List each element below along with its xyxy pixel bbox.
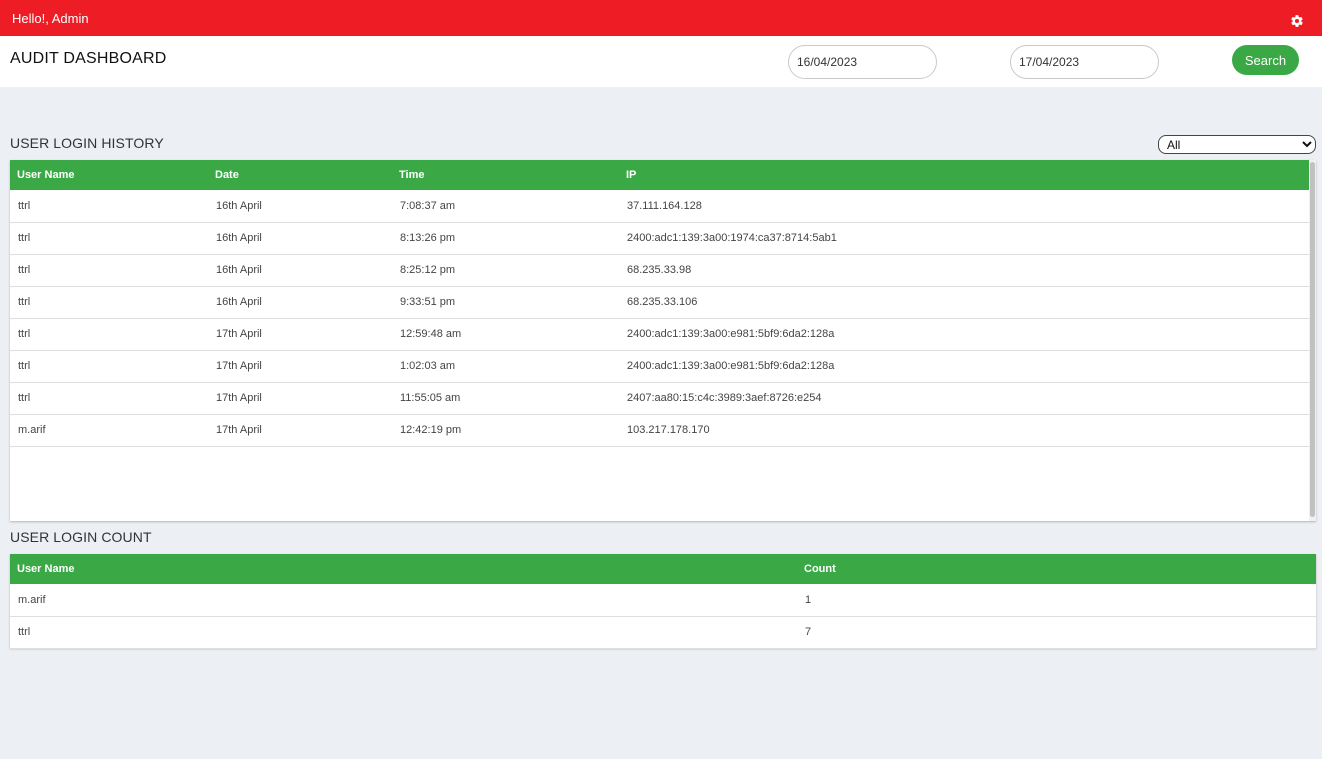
date-from-input[interactable] [788, 45, 937, 79]
table-header-row: User Name Date Time IP [10, 160, 1309, 190]
login-count-body: m.arif 1 ttrl 7 [10, 584, 1316, 648]
cell-ip: 2407:aa80:15:c4c:3989:3aef:8726:e254 [627, 392, 822, 404]
cell-user-name: m.arif [18, 424, 46, 436]
table-row: ttrl 16th April 7:08:37 am 37.111.164.128 [10, 190, 1309, 222]
page-title: AUDIT DASHBOARD [10, 50, 167, 67]
table-row: m.arif 1 [10, 584, 1316, 616]
history-scrollbar[interactable] [1309, 160, 1316, 521]
cell-user-name: ttrl [18, 232, 31, 244]
scrollbar-thumb[interactable] [1310, 162, 1315, 517]
cell-time: 7:08:37 am [400, 199, 456, 212]
cell-time: 1:02:03 am [400, 360, 456, 372]
cell-ip: 68.235.33.98 [627, 264, 692, 276]
column-header-user-name: User Name [17, 169, 75, 181]
cell-date: 17th April [216, 360, 262, 372]
cell-date: 17th April [216, 424, 262, 436]
gear-icon[interactable] [1290, 14, 1304, 28]
login-history-title: USER LOGIN HISTORY [10, 135, 164, 151]
table-row: ttrl 7 [10, 616, 1316, 648]
table-row: ttrl 16th April 8:13:26 pm 2400:adc1:139:3a… [10, 222, 1309, 254]
search-button[interactable]: Search [1232, 45, 1299, 75]
cell-ip: 37.111.164.128 [627, 199, 702, 212]
column-header-user-name: User Name [17, 563, 75, 575]
cell-user-name: ttrl [18, 264, 31, 276]
cell-time: 8:25:12 pm [400, 264, 456, 276]
cell-ip: 68.235.33.106 [627, 296, 698, 308]
cell-time: 8:13:26 pm [400, 232, 456, 244]
cell-time: 12:59:48 am [400, 328, 462, 340]
login-count-title: USER LOGIN COUNT [10, 529, 152, 545]
cell-date: 16th April [216, 296, 262, 308]
login-count-table: User Name Count m.arif 1 ttrl 7 [10, 554, 1316, 649]
cell-time: 12:42:19 pm [400, 424, 462, 436]
login-history-table: User Name Date Time IP ttrl 16th April 7:0… [10, 160, 1309, 447]
cell-time: 9:33:51 pm [400, 296, 456, 308]
cell-user-name: m.arif [18, 593, 46, 606]
table-row: ttrl 16th April 9:33:51 pm 68.235.33.106 [10, 286, 1309, 318]
login-history-body: ttrl 16th April 7:08:37 am 37.111.164.128 tt… [10, 190, 1309, 446]
table-row: ttrl 17th April 12:59:48 am 2400:adc1:139:3… [10, 318, 1309, 350]
cell-user-name: ttrl [18, 199, 31, 212]
cell-date: 17th April [216, 392, 262, 404]
column-header-time: Time [399, 169, 425, 181]
login-count-panel: User Name Count m.arif 1 ttrl 7 [10, 554, 1316, 648]
table-row: ttrl 16th April 8:25:12 pm 68.235.33.98 [10, 254, 1309, 286]
greeting-text: Hello!, Admin [12, 11, 89, 26]
header: AUDIT DASHBOARD Search [0, 36, 1322, 87]
table-row: ttrl 17th April 11:55:05 am 2407:aa80:15:c4… [10, 382, 1309, 414]
login-history-panel: User Name Date Time IP ttrl 16th April 7:0… [10, 160, 1316, 521]
cell-user-name: ttrl [18, 392, 31, 404]
user-filter-select[interactable]: All [1158, 135, 1316, 154]
column-header-ip: IP [626, 169, 637, 181]
cell-ip: 103.217.178.170 [627, 424, 710, 436]
column-header-count: Count [804, 563, 836, 575]
cell-ip: 2400:adc1:139:3a00:e981:5bf9:6da2:128a [627, 360, 835, 372]
cell-date: 16th April [216, 264, 262, 276]
cell-user-name: ttrl [18, 328, 31, 340]
cell-user-name: ttrl [18, 626, 31, 638]
column-header-date: Date [215, 169, 239, 181]
cell-ip: 2400:adc1:139:3a00:1974:ca37:8714:5ab1 [627, 232, 837, 244]
table-row: ttrl 17th April 1:02:03 am 2400:adc1:139:3a… [10, 350, 1309, 382]
cell-date: 16th April [216, 232, 262, 244]
cell-time: 11:55:05 am [400, 392, 461, 404]
cell-user-name: ttrl [18, 296, 31, 308]
table-header-row: User Name Count [10, 554, 1316, 584]
cell-count: 7 [805, 626, 812, 638]
table-row: m.arif 17th April 12:42:19 pm 103.217.178.1… [10, 414, 1309, 446]
date-to-input[interactable] [1010, 45, 1159, 79]
cell-date: 17th April [216, 328, 262, 340]
cell-user-name: ttrl [18, 360, 31, 372]
cell-date: 16th April [216, 199, 262, 212]
cell-count: 1 [805, 593, 812, 606]
cell-ip: 2400:adc1:139:3a00:e981:5bf9:6da2:128a [627, 328, 835, 340]
top-bar: Hello!, Admin [0, 0, 1322, 36]
